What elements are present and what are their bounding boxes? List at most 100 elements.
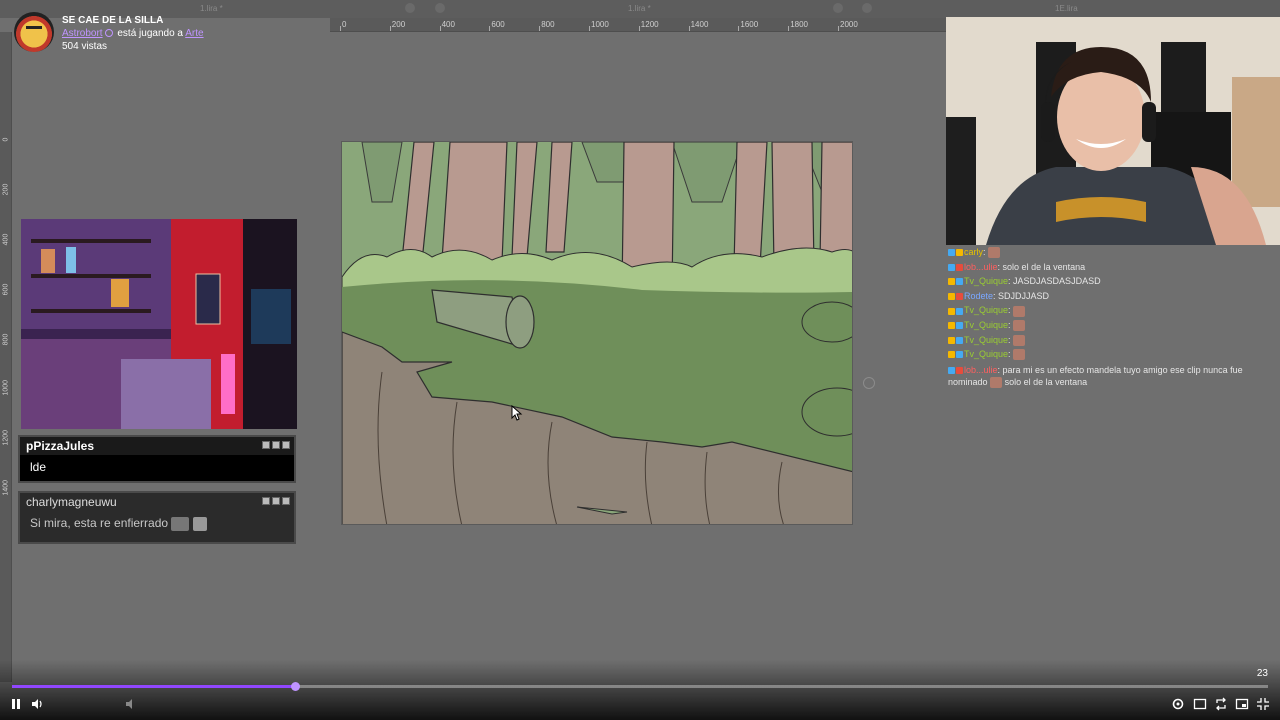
seek-progress — [12, 685, 295, 688]
ruler-tick — [589, 26, 590, 31]
chat-badge-icon — [948, 278, 955, 286]
chat-username[interactable]: lob...ulie — [964, 365, 998, 375]
volume-slider-icon[interactable] — [124, 697, 138, 711]
chat-badge-icon — [948, 336, 955, 344]
ruler-label: 800 — [2, 333, 10, 346]
emote-icon — [171, 516, 190, 531]
chat-badge-icon — [956, 249, 963, 257]
ruler-label: 400 — [2, 233, 10, 246]
counter: 23 — [1256, 668, 1268, 679]
chat-message: carly: — [948, 245, 1278, 260]
vertical-ruler: 0 200 400 600 800 1000 1200 1400 — [0, 32, 12, 682]
ruler-tick — [838, 26, 839, 31]
chat-text: SDJDJJASD — [998, 290, 1050, 301]
chat-username[interactable]: lob...ulie — [964, 262, 998, 272]
ruler-label: 600 — [491, 20, 505, 29]
chat-badge-icon — [956, 278, 963, 286]
chat-username[interactable]: Tv_Quique — [964, 349, 1008, 359]
chat-message: Tv_Quique: — [948, 318, 1278, 333]
minimize-icon[interactable] — [262, 497, 270, 505]
chat-username[interactable]: Tv_Quique — [964, 335, 1008, 345]
chat-username[interactable]: Tv_Quique — [964, 305, 1008, 315]
chat-message: Tv_Quique: JASDJASDASJDASD — [948, 274, 1278, 289]
category-link[interactable]: Arte — [185, 28, 203, 39]
tab-close-icon[interactable] — [405, 3, 415, 13]
volume-icon[interactable] — [30, 697, 44, 711]
theater-mode-icon[interactable] — [1193, 697, 1207, 711]
chat-badge-icon — [956, 322, 963, 330]
seek-handle[interactable] — [290, 682, 300, 691]
canvas-rotate-handle[interactable] — [863, 377, 875, 389]
chat-popup: charlymagneuwu Si mira, esta re enfierra… — [18, 491, 296, 544]
chat-username[interactable]: Tv_Quique — [964, 320, 1008, 330]
minimize-icon[interactable] — [262, 441, 270, 449]
popup-username: charlymagneuwu — [26, 495, 117, 509]
settings-icon[interactable] — [1171, 697, 1185, 711]
close-icon[interactable] — [282, 441, 290, 449]
playing-text: está jugando a — [117, 28, 183, 39]
chat-badge-icon — [948, 366, 955, 374]
ruler-tick — [539, 26, 541, 31]
seek-bar[interactable] — [12, 682, 1268, 691]
chat-badge-icon — [948, 263, 955, 271]
ruler-label: 1400 — [2, 479, 10, 496]
stream-title: SE CAE DE LA SILLA — [62, 15, 164, 26]
mouse-cursor-icon — [511, 405, 523, 421]
ruler-label: 1000 — [591, 20, 609, 29]
ruler-label: 200 — [2, 183, 10, 196]
forest-illustration — [342, 142, 852, 524]
verified-icon — [104, 29, 113, 38]
chat-username[interactable]: Rodete — [964, 291, 993, 301]
stream-info: SE CAE DE LA SILLA Astrobort está jugand… — [14, 12, 204, 54]
pause-icon[interactable] — [9, 697, 23, 711]
ruler-tick — [340, 26, 341, 31]
app-tab[interactable]: 1.lira * — [628, 4, 651, 13]
ruler-label: 800 — [541, 20, 555, 29]
chat-text: solo el de la ventana — [1002, 261, 1086, 272]
chat-badge-icon — [956, 336, 963, 344]
share-icon[interactable] — [1214, 697, 1228, 711]
tab-close-icon[interactable] — [833, 3, 843, 13]
maximize-icon[interactable] — [272, 441, 280, 449]
ruler-label: 400 — [441, 20, 455, 29]
fullscreen-exit-icon[interactable] — [1256, 697, 1270, 711]
tab-menu-icon[interactable] — [862, 3, 872, 13]
chat-badge-icon — [948, 307, 955, 315]
streamer-link[interactable]: Astrobort — [62, 28, 103, 39]
emote-icon — [988, 247, 1001, 259]
chat-username[interactable]: Tv_Quique — [964, 276, 1008, 286]
picture-in-picture-icon[interactable] — [1235, 697, 1249, 711]
emote-icon — [192, 516, 207, 531]
ruler-tick — [688, 26, 690, 31]
streamer-avatar[interactable] — [14, 12, 54, 52]
ruler-label: 0 — [342, 20, 347, 29]
emote-icon — [1013, 349, 1026, 361]
emote-icon — [990, 376, 1003, 388]
ruler-tick — [489, 26, 491, 31]
chat-message: Tv_Quique: — [948, 303, 1278, 318]
chat-badge-icon — [948, 351, 955, 359]
ruler-label: 1600 — [740, 20, 759, 29]
ruler-label: 1200 — [640, 20, 659, 29]
ruler-tick — [389, 26, 391, 31]
drawing-canvas[interactable] — [341, 141, 853, 525]
ruler-tick — [738, 26, 740, 31]
room-camera — [21, 219, 297, 429]
ruler-label: 0 — [2, 137, 10, 142]
app-tab[interactable]: 1E.lira — [1055, 4, 1078, 13]
maximize-icon[interactable] — [272, 497, 280, 505]
chat-panel: carly: lob...ulie: solo el de la ventana… — [948, 245, 1278, 388]
chat-username[interactable]: carly — [964, 247, 983, 257]
chat-text: solo el de la ventana — [1004, 376, 1088, 387]
face-camera — [946, 17, 1280, 245]
chat-message: lob...ulie: para mi es un efecto mandela… — [948, 364, 1243, 388]
chat-badge-icon — [948, 249, 955, 257]
tab-menu-icon[interactable] — [435, 3, 445, 13]
close-icon[interactable] — [282, 497, 290, 505]
ruler-label: 1000 — [2, 379, 10, 396]
ruler-tick — [788, 26, 790, 31]
emote-icon — [1013, 320, 1026, 332]
controls-gradient — [0, 660, 1280, 720]
ruler-tick — [439, 26, 441, 31]
chat-badge-icon — [956, 366, 963, 374]
